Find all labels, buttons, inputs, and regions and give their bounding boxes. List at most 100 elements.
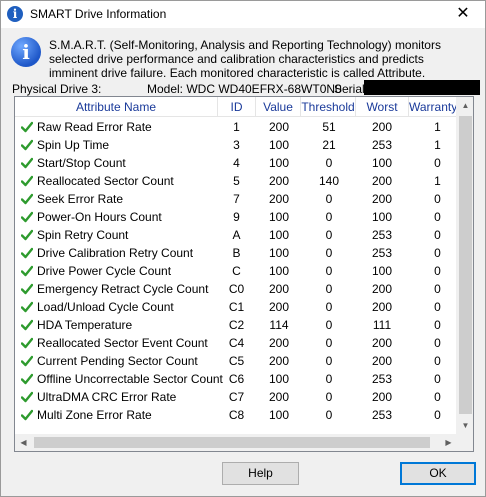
attribute-name-cell: Raw Read Error Rate xyxy=(37,120,152,134)
attribute-id-cell: C8 xyxy=(228,408,245,422)
table-row[interactable]: Drive Calibration Retry Count B 100 0 253 0 xyxy=(15,244,457,262)
green-check-icon xyxy=(21,409,33,421)
attribute-value-cell: 100 xyxy=(268,246,290,260)
green-check-icon xyxy=(21,211,33,223)
attribute-threshold-cell: 0 xyxy=(325,354,333,368)
column-header-threshold[interactable]: Threshold xyxy=(301,97,356,117)
attribute-name-cell: Emergency Retract Cycle Count xyxy=(37,282,209,296)
smart-dialog: i SMART Drive Information ✕ i S.M.A.R.T.… xyxy=(0,0,486,497)
table-row[interactable]: Load/Unload Cycle Count C1 200 0 200 0 xyxy=(15,298,457,316)
attribute-threshold-cell: 0 xyxy=(325,282,333,296)
attribute-id-cell: 9 xyxy=(233,210,240,224)
attribute-id-cell: C0 xyxy=(228,282,245,296)
attribute-id-cell: C1 xyxy=(228,300,245,314)
column-header-attribute-name[interactable]: Attribute Name xyxy=(15,97,218,117)
table-row[interactable]: Drive Power Cycle Count C 100 0 100 0 xyxy=(15,262,457,280)
green-check-icon xyxy=(21,247,33,259)
table-row[interactable]: UltraDMA CRC Error Rate C7 200 0 200 0 xyxy=(15,388,457,406)
window-title: SMART Drive Information xyxy=(30,7,167,21)
attribute-name-cell: Spin Up Time xyxy=(37,138,110,152)
description-text: S.M.A.R.T. (Self-Monitoring, Analysis an… xyxy=(49,38,441,80)
attribute-worst-cell: 200 xyxy=(371,282,393,296)
green-check-icon xyxy=(21,193,33,205)
attribute-id-cell: C4 xyxy=(228,336,245,350)
table-row[interactable]: Reallocated Sector Event Count C4 200 0 200 0 xyxy=(15,334,457,352)
attribute-worst-cell: 253 xyxy=(371,246,393,260)
green-check-icon xyxy=(21,265,33,277)
attribute-threshold-cell: 0 xyxy=(325,264,333,278)
table-row[interactable]: Power-On Hours Count 9 100 0 100 0 xyxy=(15,208,457,226)
attribute-id-cell: 5 xyxy=(233,174,240,188)
attribute-value-cell: 100 xyxy=(268,264,290,278)
attribute-value-cell: 200 xyxy=(268,354,290,368)
attribute-name-cell: UltraDMA CRC Error Rate xyxy=(37,390,177,404)
attribute-value-cell: 100 xyxy=(268,408,290,422)
table-row[interactable]: Seek Error Rate 7 200 0 200 0 xyxy=(15,190,457,208)
attribute-value-cell: 100 xyxy=(268,210,290,224)
table-row[interactable]: Current Pending Sector Count C5 200 0 200 0 xyxy=(15,352,457,370)
attribute-threshold-cell: 0 xyxy=(325,210,333,224)
table-row[interactable]: Offline Uncorrectable Sector Count C6 100 0… xyxy=(15,370,457,388)
attribute-name-cell: Seek Error Rate xyxy=(37,192,124,206)
attribute-id-cell: A xyxy=(232,228,241,242)
attribute-threshold-cell: 0 xyxy=(325,390,333,404)
attribute-worst-cell: 200 xyxy=(371,300,393,314)
attribute-id-cell: C7 xyxy=(228,390,245,404)
table-row[interactable]: Raw Read Error Rate 1 200 51 200 1 xyxy=(15,118,457,136)
attribute-threshold-cell: 140 xyxy=(318,174,340,188)
table-row[interactable]: HDA Temperature C2 114 0 111 0 xyxy=(15,316,457,334)
ok-button[interactable]: OK xyxy=(400,462,476,485)
column-header-id[interactable]: ID xyxy=(218,97,256,117)
green-check-icon xyxy=(21,283,33,295)
attribute-worst-cell: 200 xyxy=(371,174,393,188)
attribute-value-cell: 200 xyxy=(268,120,290,134)
attribute-threshold-cell: 0 xyxy=(325,228,333,242)
close-button[interactable]: ✕ xyxy=(441,1,485,28)
help-button[interactable]: Help xyxy=(222,462,299,485)
horizontal-scrollbar[interactable]: ◀ ▶ xyxy=(15,434,457,451)
horizontal-scroll-thumb[interactable] xyxy=(34,437,430,448)
green-check-icon xyxy=(21,139,33,151)
scroll-right-arrow-icon[interactable]: ▶ xyxy=(440,434,457,451)
attribute-value-cell: 100 xyxy=(268,156,290,170)
scroll-down-arrow-icon[interactable]: ▼ xyxy=(457,417,473,434)
green-check-icon xyxy=(21,337,33,349)
table-row[interactable]: Reallocated Sector Count 5 200 140 200 1 xyxy=(15,172,457,190)
table-row[interactable]: Start/Stop Count 4 100 0 100 0 xyxy=(15,154,457,172)
info-icon: i xyxy=(11,37,41,67)
attribute-threshold-cell: 0 xyxy=(325,300,333,314)
table-row[interactable]: Multi Zone Error Rate C8 100 0 253 0 xyxy=(15,406,457,424)
attribute-name-cell: Multi Zone Error Rate xyxy=(37,408,152,422)
vertical-scrollbar[interactable]: ▲ ▼ xyxy=(456,97,473,434)
vertical-scroll-thumb[interactable] xyxy=(459,116,472,414)
attribute-id-cell: C6 xyxy=(228,372,245,386)
attribute-name-cell: Reallocated Sector Count xyxy=(37,174,174,188)
attribute-id-cell: 1 xyxy=(233,120,240,134)
green-check-icon xyxy=(21,355,33,367)
attribute-threshold-cell: 0 xyxy=(325,246,333,260)
attribute-worst-cell: 200 xyxy=(371,120,393,134)
attribute-worst-cell: 253 xyxy=(371,372,393,386)
green-check-icon xyxy=(21,229,33,241)
column-header-worst[interactable]: Worst xyxy=(356,97,409,117)
model-label: Model: WDC WD40EFRX-68WT0N0 xyxy=(147,82,342,96)
table-row[interactable]: Spin Up Time 3 100 21 253 1 xyxy=(15,136,457,154)
scroll-left-arrow-icon[interactable]: ◀ xyxy=(15,434,32,451)
table-row[interactable]: Spin Retry Count A 100 0 253 0 xyxy=(15,226,457,244)
serial-label: Serial: xyxy=(334,82,369,96)
attribute-threshold-cell: 0 xyxy=(325,372,333,386)
attribute-id-cell: B xyxy=(232,246,241,260)
attribute-worst-cell: 200 xyxy=(371,336,393,350)
scroll-up-arrow-icon[interactable]: ▲ xyxy=(457,97,473,114)
info-icon: i xyxy=(7,6,23,22)
green-check-icon xyxy=(21,391,33,403)
table-row[interactable]: Emergency Retract Cycle Count C0 200 0 200 0 xyxy=(15,280,457,298)
attribute-threshold-cell: 0 xyxy=(325,192,333,206)
attribute-id-cell: C2 xyxy=(228,318,245,332)
attribute-value-cell: 200 xyxy=(268,282,290,296)
column-header-warranty[interactable]: Warranty xyxy=(409,97,457,117)
scrollbar-corner xyxy=(456,434,473,451)
column-header-value[interactable]: Value xyxy=(256,97,301,117)
attribute-value-cell: 114 xyxy=(269,318,289,332)
attribute-table[interactable]: Attribute Name ID Value Threshold Worst … xyxy=(14,96,474,452)
